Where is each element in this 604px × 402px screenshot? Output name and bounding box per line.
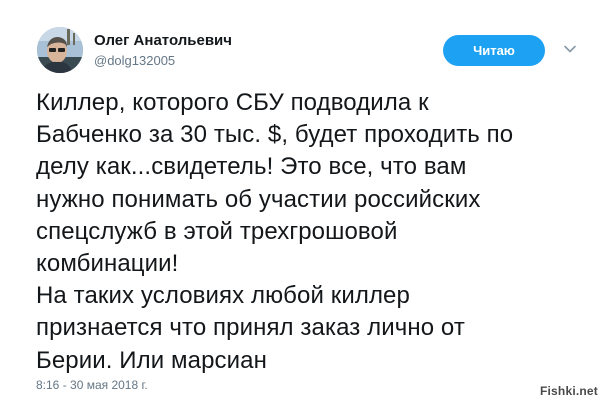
tweet-text-line: Киллер, которого СБУ подводила к [36, 89, 429, 116]
tweet-text-line: делу как...свидетель! Это все, что вам [36, 153, 467, 181]
author-display-name[interactable]: Олег Анатольевич [94, 32, 232, 49]
follow-button[interactable]: Читаю [443, 35, 545, 66]
tweet-text-line: спецслужб в этой трехгрошовой [36, 217, 398, 245]
author-handle[interactable]: @dolg132005 [94, 53, 175, 68]
watermark: Fishki.net [539, 384, 598, 398]
tweet-text-line: Берии. Или марсиан [36, 346, 267, 374]
avatar-photo [37, 27, 83, 73]
tweet-card: Олег Анатольевич @dolg132005 Читаю Килле… [0, 0, 604, 402]
tweet-text-line: нужно понимать об участии российских [36, 185, 481, 213]
tweet-timestamp[interactable]: 8:16 - 30 мая 2018 г. [36, 378, 148, 392]
tweet-text-line: Бабченко за 30 тыс. $, будет проходить п… [36, 121, 514, 149]
chevron-down-icon[interactable] [562, 41, 578, 57]
tweet-text-line: На таких условиях любой киллер [36, 282, 410, 310]
tweet-text-line: комбинации! [36, 250, 179, 278]
tweet-text-line: признается что принял заказ лично от [36, 314, 465, 342]
tweet-text: Киллер, которого СБУ подводила к Бабченк… [36, 87, 596, 377]
avatar[interactable] [37, 27, 83, 73]
